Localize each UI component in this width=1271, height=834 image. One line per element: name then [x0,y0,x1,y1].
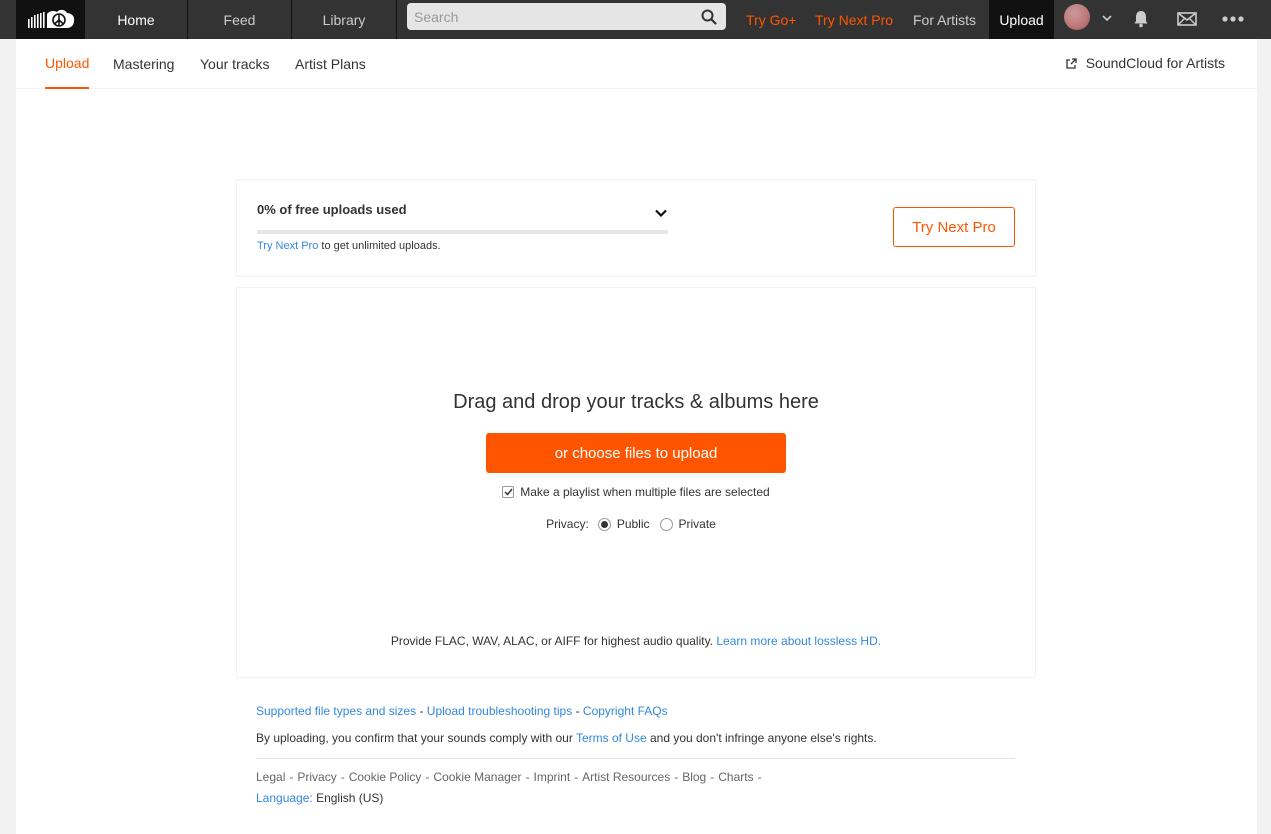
troubleshooting-tips-link[interactable]: Upload troubleshooting tips [427,704,572,718]
separator: - [340,770,345,784]
language-value: English (US) [316,791,384,805]
cookie-policy-link[interactable]: Cookie Policy [349,770,422,784]
for-artists-link[interactable]: For Artists [913,0,976,39]
try-next-pro-link[interactable]: Try Next Pro [815,0,893,39]
separator: - [710,770,715,784]
playlist-option: Make a playlist when multiple files are … [237,485,1035,499]
charts-link[interactable]: Charts [718,770,753,784]
separator: - [757,770,762,784]
privacy-public-label: Public [616,517,650,531]
separator: - [425,770,430,784]
search-input[interactable] [407,3,697,30]
quota-progress-bar [257,230,668,234]
separator: - [419,704,424,718]
separator: - [289,770,294,784]
quota-note-text: to get unlimited uploads. [318,240,441,252]
content-panel: Upload Mastering Your tracks Artist Plan… [16,39,1257,834]
user-menu[interactable] [1064,3,1114,30]
supported-file-types-link[interactable]: Supported file types and sizes [256,704,416,718]
privacy-private-option[interactable]: Private [659,517,716,531]
terms-of-use-link[interactable]: Terms of Use [576,731,647,745]
legal-link[interactable]: Legal [256,770,285,784]
tab-artist-plans[interactable]: Artist Plans [295,39,366,89]
lossless-hd-link[interactable]: Learn more about lossless HD. [716,634,881,648]
privacy-options: Privacy: Public Private [237,517,1035,531]
upload-link[interactable]: Upload [989,0,1054,39]
soundcloud-for-artists-label: SoundCloud for Artists [1085,55,1225,71]
bell-icon[interactable] [1129,7,1153,31]
try-go-plus-link[interactable]: Try Go+ [746,0,796,39]
upload-help-links: Supported file types and sizes - Upload … [256,704,668,718]
privacy-public-radio[interactable] [597,517,611,531]
consent-text-after: and you don't infringe anyone else's rig… [646,731,877,745]
artist-resources-link[interactable]: Artist Resources [582,770,670,784]
try-next-pro-button[interactable]: Try Next Pro [893,207,1015,247]
language-selector: Language: English (US) [256,791,383,805]
privacy-public-option[interactable]: Public [597,517,650,531]
separator: - [525,770,530,784]
soundcloud-logo-icon[interactable] [16,0,85,39]
nav-library[interactable]: Library [292,0,397,39]
soundcloud-for-artists-link[interactable]: SoundCloud for Artists [1066,39,1225,87]
blog-link[interactable]: Blog [682,770,706,784]
tab-mastering[interactable]: Mastering [113,39,174,89]
avatar[interactable] [1064,3,1090,30]
more-icon[interactable] [1221,7,1245,31]
privacy-private-label: Private [678,517,716,531]
quota-note: Try Next Pro to get unlimited uploads. [257,240,441,252]
nav-feed[interactable]: Feed [188,0,292,39]
consent-text-before: By uploading, you confirm that your soun… [256,731,576,745]
playlist-checkbox[interactable] [502,486,515,498]
tab-your-tracks[interactable]: Your tracks [200,39,270,89]
chevron-down-icon[interactable] [1102,8,1112,26]
terms-consent-text: By uploading, you confirm that your soun… [256,731,877,745]
separator: - [574,770,579,784]
legal-links: Legal - Privacy - Cookie Policy - Cookie Manag… [256,770,766,784]
chevron-down-icon[interactable] [655,204,667,222]
separator: - [575,704,580,718]
privacy-private-radio[interactable] [659,517,673,531]
search-icon[interactable] [699,7,719,27]
nav-home[interactable]: Home [85,0,188,39]
search-box [407,3,726,30]
playlist-checkbox-label: Make a playlist when multiple files are … [520,485,770,499]
dropzone-title: Drag and drop your tracks & albums here [453,391,819,413]
mail-icon[interactable] [1175,7,1199,31]
audio-quality-text: Provide FLAC, WAV, ALAC, or AIFF for hig… [390,634,717,648]
quota-label: 0% of free uploads used [257,202,407,217]
external-link-icon [1066,57,1077,69]
language-link[interactable]: Language: [256,791,313,805]
imprint-link[interactable]: Imprint [533,770,570,784]
separator: - [674,770,679,784]
privacy-label: Privacy: [546,517,589,531]
top-header: Home Feed Library Try Go+ Try Next Pro F… [0,0,1271,39]
upload-subnav: Upload Mastering Your tracks Artist Plan… [16,39,1257,89]
tab-upload[interactable]: Upload [45,39,90,89]
copyright-faqs-link[interactable]: Copyright FAQs [583,704,668,718]
cookie-manager-link[interactable]: Cookie Manager [433,770,521,784]
try-next-pro-inline-link[interactable]: Try Next Pro [257,240,318,252]
choose-files-button[interactable]: or choose files to upload [486,433,786,473]
audio-quality-note: Provide FLAC, WAV, ALAC, or AIFF for hig… [237,634,1035,648]
privacy-link[interactable]: Privacy [297,770,336,784]
upload-quota-box: 0% of free uploads used Try Next Pro to … [236,179,1036,277]
upload-dropzone[interactable]: Drag and drop your tracks & albums here … [236,287,1036,678]
footer-divider [256,758,1015,759]
